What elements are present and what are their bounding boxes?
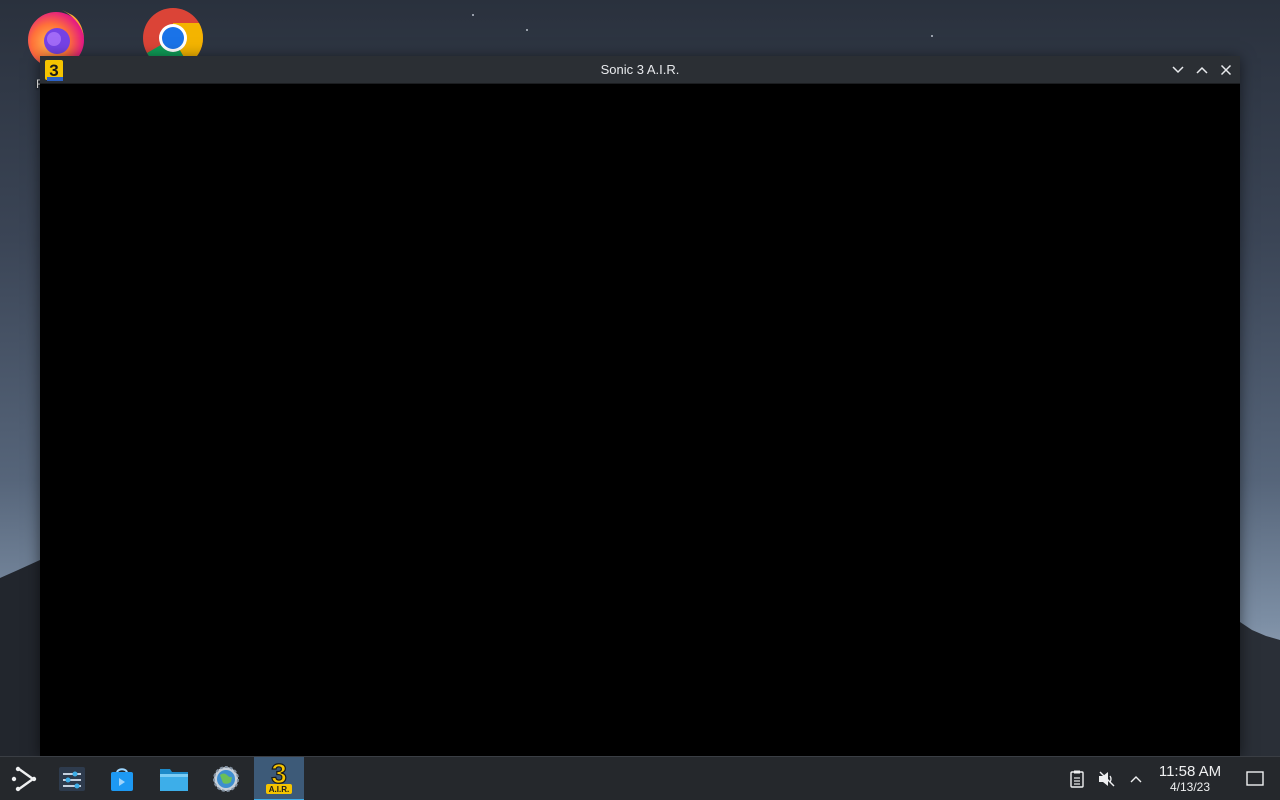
- clock-date: 4/13/23: [1169, 780, 1211, 794]
- globe-settings-icon: [213, 766, 239, 792]
- chevron-up-icon: [1130, 776, 1142, 783]
- taskbar-dolphin-files[interactable]: [150, 757, 198, 800]
- chevron-up-icon: [1196, 66, 1208, 74]
- taskbar-web-settings[interactable]: [202, 757, 250, 800]
- show-hidden-icons-button[interactable]: [1126, 769, 1146, 789]
- game-viewport[interactable]: [40, 84, 1240, 756]
- folder-icon: [160, 769, 188, 791]
- taskbar: 3 A.I.R. 11:58 AM 4/13/23: [0, 756, 1280, 800]
- close-icon: [1220, 64, 1232, 76]
- desktop: F 3 Sonic 3 A.I.R.: [0, 0, 1280, 800]
- show-desktop-button[interactable]: [1244, 769, 1266, 789]
- chevron-down-icon: [1172, 66, 1184, 74]
- window-titlebar[interactable]: 3 Sonic 3 A.I.R.: [40, 56, 1240, 84]
- clock-time: 11:58 AM: [1158, 763, 1222, 780]
- settings-sliders-icon: [59, 767, 85, 791]
- taskbar-sonic3air[interactable]: 3 A.I.R.: [254, 757, 304, 800]
- volume-muted-icon: [1099, 771, 1115, 787]
- show-desktop-icon: [1246, 771, 1264, 786]
- sonic3air-logo-sub: A.I.R.: [269, 785, 289, 794]
- close-button[interactable]: [1216, 60, 1236, 80]
- sonic3air-icon: 3 A.I.R.: [266, 759, 292, 794]
- taskbar-discover[interactable]: [98, 757, 146, 800]
- application-launcher-button[interactable]: [0, 757, 48, 800]
- launcher-icon: [11, 766, 37, 792]
- maximize-button[interactable]: [1192, 60, 1212, 80]
- window-title: Sonic 3 A.I.R.: [600, 62, 680, 77]
- taskbar-system-settings[interactable]: [48, 757, 96, 800]
- clipboard-tray-button[interactable]: [1067, 769, 1087, 789]
- digital-clock[interactable]: 11:58 AM 4/13/23: [1148, 763, 1232, 794]
- volume-tray-button[interactable]: [1097, 769, 1117, 789]
- sonic3air-window[interactable]: 3 Sonic 3 A.I.R.: [40, 56, 1240, 756]
- minimize-button[interactable]: [1168, 60, 1188, 80]
- clipboard-icon: [1070, 770, 1084, 788]
- discover-store-icon: [111, 768, 133, 791]
